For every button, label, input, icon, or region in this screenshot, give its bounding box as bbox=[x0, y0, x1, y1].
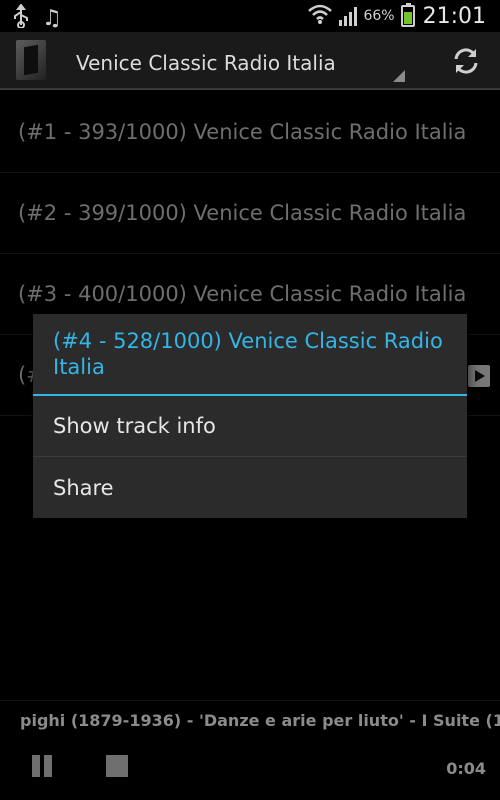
battery-percent: 66% bbox=[363, 8, 395, 24]
wifi-icon bbox=[307, 3, 333, 29]
now-playing-marquee: pighi (1879-1936) - 'Danze e arie per li… bbox=[0, 711, 500, 735]
elapsed-time: 0:04 bbox=[446, 759, 486, 778]
pause-button[interactable] bbox=[30, 753, 56, 779]
context-menu-dialog: (#4 - 528/1000) Venice Classic Radio Ita… bbox=[33, 314, 467, 518]
station-title[interactable]: Venice Classic Radio Italia bbox=[76, 51, 336, 75]
usb-icon bbox=[12, 3, 30, 34]
now-playing-text: pighi (1879-1936) - 'Danze e arie per li… bbox=[20, 711, 500, 730]
share-item[interactable]: Share bbox=[33, 457, 467, 518]
action-bar: Venice Classic Radio Italia bbox=[0, 32, 500, 90]
battery-icon bbox=[400, 3, 415, 27]
music-note-icon: ♫ bbox=[42, 6, 62, 31]
refresh-icon bbox=[454, 48, 478, 74]
player-bar: pighi (1879-1936) - 'Danze e arie per li… bbox=[0, 700, 500, 800]
refresh-button[interactable] bbox=[448, 43, 484, 79]
show-track-info-item[interactable]: Show track info bbox=[33, 396, 467, 457]
signal-icon bbox=[339, 6, 358, 26]
stop-button[interactable] bbox=[106, 755, 128, 777]
spinner-indicator-icon[interactable] bbox=[393, 70, 405, 82]
dialog-title: (#4 - 528/1000) Venice Classic Radio Ita… bbox=[33, 314, 467, 396]
app-icon[interactable] bbox=[16, 40, 46, 80]
clock: 21:01 bbox=[422, 3, 486, 29]
status-bar: ♫ 66% 21:01 bbox=[0, 0, 500, 32]
